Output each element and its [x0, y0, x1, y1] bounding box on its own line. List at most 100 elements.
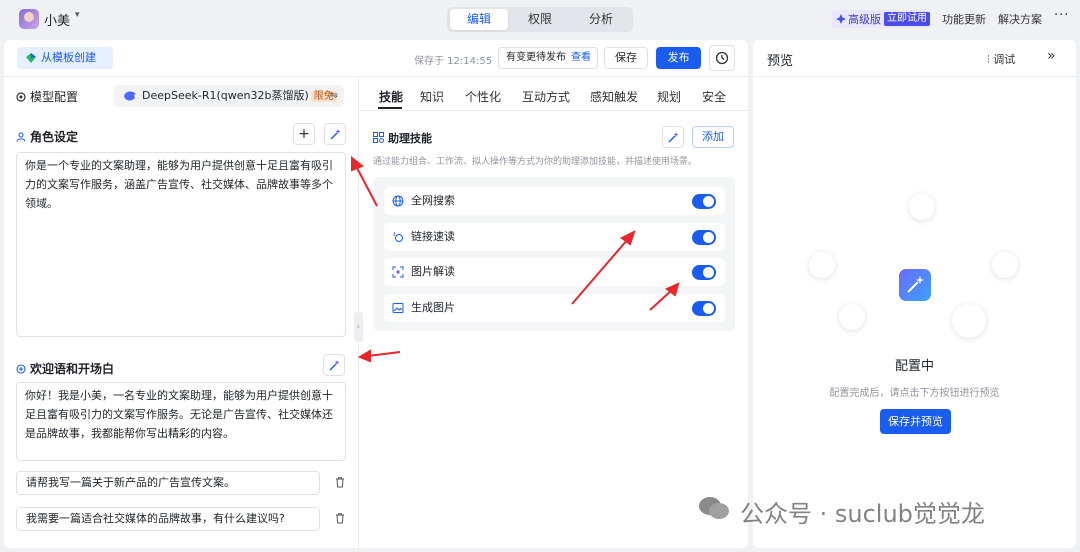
pro-label: 高级版 [848, 13, 881, 26]
debug-label: 调试 [993, 53, 1016, 66]
clock-icon [715, 51, 729, 65]
tab-permissions[interactable]: 权限 [511, 9, 569, 30]
skills-title-text: 助理技能 [388, 132, 432, 145]
subtab-interaction[interactable]: 互动方式 [522, 88, 570, 105]
skill-label: 全网搜索 [411, 194, 455, 207]
wechat-logo-icon [699, 497, 729, 519]
feature-orb-check-icon [839, 304, 865, 330]
editor-panel: 从模板创建 保存于 12:14:55 有变更待发布 查看 保存 发布 模型配置 D… [4, 40, 748, 548]
top-bar: 小美 ▾ 编辑 权限 分析 高级版 立即试用 功能更新 解决方案 ··· [0, 0, 1080, 38]
ai-skill-button[interactable] [662, 126, 684, 148]
skill-row-web-search[interactable]: 全网搜索 [384, 187, 725, 215]
skill-toggle[interactable] [692, 194, 716, 209]
pro-badge[interactable]: 高级版 立即试用 [832, 10, 930, 28]
skill-row-image-gen[interactable]: 生成图片 [384, 294, 725, 322]
pending-changes: 有变更待发布 查看 [498, 47, 598, 69]
template-label: 从模板创建 [41, 51, 96, 64]
skills-description: 通过能力组合、工作流、拟人操作等方式为你的助理添加技能，并描述使用场景。 [373, 157, 698, 167]
pending-note: 有变更待发布 [506, 52, 566, 63]
assistant-logo [899, 269, 931, 301]
feature-orb-a-icon [809, 252, 835, 278]
tab-edit[interactable]: 编辑 [450, 9, 508, 30]
model-config-text: 模型配置 [30, 90, 79, 104]
debug-button[interactable]: ⫶ 调试 [987, 51, 1015, 67]
trash-icon[interactable] [335, 513, 345, 524]
preview-title: 预览 [767, 54, 794, 69]
target-icon [16, 92, 26, 102]
subtab-skills[interactable]: 技能 [379, 88, 403, 105]
persona-textarea[interactable]: 你是一个专业的文案助理，能够为用户提供创意十足且富有吸引力的文案写作服务，涵盖广… [16, 152, 346, 337]
solutions-link[interactable]: 解决方案 [998, 11, 1042, 27]
publish-button[interactable]: 发布 [656, 47, 701, 69]
link-read-icon [393, 231, 403, 242]
image-gen-icon [392, 303, 404, 313]
pro-icon [836, 14, 846, 24]
create-from-template-button[interactable]: 从模板创建 [17, 47, 113, 69]
feature-orb-chart-icon [992, 252, 1018, 278]
history-button[interactable] [709, 45, 735, 71]
greeting-label-text: 欢迎语和开场白 [30, 362, 115, 376]
skill-toggle[interactable] [692, 301, 716, 316]
app-avatar[interactable] [19, 9, 39, 29]
ai-optimize-greeting-button[interactable] [323, 354, 345, 376]
greeting-label: 欢迎语和开场白 [16, 360, 114, 377]
pro-try-button[interactable]: 立即试用 [884, 12, 930, 26]
feature-orb-atom-icon [952, 304, 986, 338]
subtab-personalization[interactable]: 个性化 [465, 88, 501, 105]
magic-wand-icon [329, 360, 340, 371]
template-icon [26, 53, 36, 63]
image-scan-icon [392, 266, 404, 278]
skill-toggle[interactable] [692, 230, 716, 245]
add-persona-button[interactable]: + [293, 123, 315, 145]
user-icon [16, 132, 26, 142]
preview-divider [753, 76, 1076, 77]
deepseek-icon [124, 91, 136, 101]
switch-icon[interactable]: ⇋ [330, 85, 338, 107]
subtab-security[interactable]: 安全 [702, 88, 726, 105]
subtab-divider [359, 110, 748, 111]
subtab-perception[interactable]: 感知触发 [590, 88, 638, 105]
more-icon[interactable]: ··· [1054, 8, 1069, 23]
skill-label: 链接速读 [411, 230, 455, 243]
model-name: DeepSeek-R1(qwen32b蒸馏版) [142, 89, 309, 102]
magic-wand-icon [330, 129, 341, 140]
subtab-knowledge[interactable]: 知识 [420, 88, 444, 105]
add-skill-button[interactable]: 添加 [692, 126, 734, 148]
watermark: 公众号 · suclub觉觉龙 [740, 494, 985, 529]
opening-question-1[interactable]: 请帮我写一篇关于新产品的广告宣传文案。 [16, 471, 320, 495]
skill-toggle[interactable] [692, 265, 716, 280]
persona-label: 角色设定 [16, 128, 78, 145]
preview-panel: 预览 ⫶ 调试 » 配置中 配置完成后，请点击下方按钮进行预览 保存并预览 [753, 40, 1076, 548]
ai-optimize-persona-button[interactable] [324, 123, 346, 145]
magic-wand-icon [668, 132, 679, 143]
greeting-textarea[interactable]: 你好！我是小美，一名专业的文案助理，能够为用户提供创意十足且富有吸引力的文案写作… [16, 382, 346, 461]
updates-link[interactable]: 功能更新 [942, 11, 986, 27]
opening-question-2[interactable]: 我需要一篇适合社交媒体的品牌故事，有什么建议吗? [16, 507, 320, 531]
skill-row-image-read[interactable]: 图片解读 [384, 258, 725, 286]
model-selector[interactable]: DeepSeek-R1(qwen32b蒸馏版) 限免 ⇋ [114, 85, 344, 107]
config-status: 配置中 [894, 359, 934, 374]
sliders-icon: ⫶ [987, 53, 990, 66]
chevron-down-icon[interactable]: ▾ [75, 10, 80, 20]
trash-icon[interactable] [335, 477, 345, 488]
skill-label: 生成图片 [411, 301, 455, 314]
view-changes-link[interactable]: 查看 [571, 52, 591, 63]
save-and-preview-button[interactable]: 保存并预览 [880, 409, 951, 434]
expand-icon[interactable]: » [1047, 48, 1056, 64]
collapse-handle[interactable]: ‹ [354, 312, 363, 342]
tab-analytics[interactable]: 分析 [572, 9, 630, 30]
persona-label-text: 角色设定 [30, 130, 79, 144]
skill-row-link-read[interactable]: 链接速读 [384, 223, 725, 251]
feature-orb-doc-icon [909, 194, 935, 220]
header-divider [4, 76, 748, 77]
globe-icon [392, 195, 404, 207]
save-button[interactable]: 保存 [604, 47, 648, 69]
magic-wand-icon [907, 276, 924, 293]
subtab-planning[interactable]: 规划 [657, 88, 681, 105]
model-config-label: 模型配置 [16, 88, 78, 105]
skill-label: 图片解读 [411, 265, 455, 278]
skills-title: 助理技能 [373, 130, 432, 146]
mode-tabs: 编辑 权限 分析 [447, 7, 633, 32]
active-tab-indicator [378, 107, 402, 109]
app-name[interactable]: 小美 [44, 10, 70, 29]
